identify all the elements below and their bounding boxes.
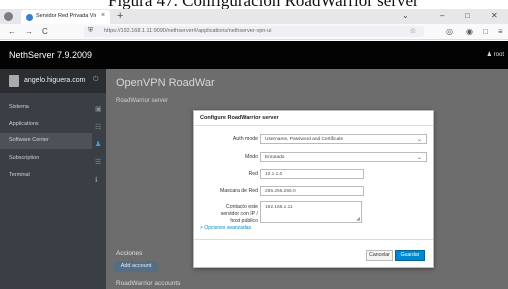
contact-label-line-1: Contacto este bbox=[225, 204, 258, 210]
maximize-button[interactable]: □ bbox=[465, 11, 470, 20]
sidebar-item-label: Applications bbox=[9, 121, 39, 127]
dialog-footer-divider bbox=[194, 239, 433, 240]
dialog-title: Configure RoadWarrior server bbox=[200, 115, 279, 121]
address-bar[interactable]: ⛨ https://192.168.1.11:9090/nethserver#/… bbox=[84, 26, 424, 37]
add-account-button[interactable]: Add account bbox=[114, 261, 158, 272]
advanced-options-link[interactable]: > Opciones avanzadas bbox=[200, 225, 251, 231]
app-header: NethServer 7.9.2009 ♟ root bbox=[0, 41, 508, 69]
server-icon bbox=[9, 75, 19, 87]
host-selector[interactable]: angelo.higuera.com ⏻ bbox=[0, 69, 106, 93]
sidebar-item-label: Sistema bbox=[9, 104, 29, 110]
list-icon[interactable]: ☰ bbox=[95, 159, 102, 166]
auth-mode-label: Auth mode bbox=[232, 136, 258, 142]
sidebar-item-software-center[interactable]: Software Center bbox=[0, 133, 92, 149]
caption-text: Figura 47. Configuración RoadWarrior ser… bbox=[108, 0, 419, 9]
tab-title: Servidor Red Privada Virtual bbox=[36, 13, 96, 19]
reload-icon[interactable]: C bbox=[42, 27, 48, 36]
contact-label-line-3: host público bbox=[230, 218, 258, 224]
dialog-header: Configure RoadWarrior server bbox=[194, 111, 433, 126]
lock-icon[interactable]: ▣ bbox=[95, 106, 102, 113]
sidebar-item-label: Software Center bbox=[9, 137, 49, 143]
browser-toolbar: ← → C ⛨ https://192.168.1.11:9090/nethse… bbox=[0, 24, 508, 40]
browser-tab[interactable]: Servidor Red Privada Virtual × bbox=[21, 10, 110, 24]
resize-grip-icon[interactable]: ◢ bbox=[356, 216, 360, 222]
extensions-icon[interactable]: □ bbox=[483, 27, 488, 36]
tab-close-icon[interactable]: × bbox=[101, 12, 105, 19]
app-icon-rail: ▣ ☷ ♟ ☰ ℹ bbox=[92, 93, 106, 289]
section-title: RoadWarrior server bbox=[116, 98, 169, 104]
people-icon[interactable]: ♟ bbox=[95, 141, 102, 148]
chevron-down-icon: ⌄ bbox=[416, 155, 422, 161]
menu-icon[interactable]: ≡ bbox=[498, 27, 503, 36]
back-icon[interactable]: ← bbox=[8, 27, 16, 36]
sidebar: angelo.higuera.com ⏻ Sistema Application… bbox=[0, 69, 106, 289]
mode-select[interactable]: Enrutado ⌄ bbox=[260, 152, 427, 162]
configure-dialog: Configure RoadWarrior server Auth mode U… bbox=[193, 110, 434, 268]
network-value: 10.1.1.0 bbox=[265, 172, 283, 177]
sidebar-item-label: Subscription bbox=[9, 155, 40, 161]
new-tab-button[interactable]: + bbox=[117, 10, 123, 22]
accounts-heading: RoadWarrior accounts bbox=[116, 280, 181, 287]
netmask-label: Mascara de Red bbox=[219, 188, 258, 194]
account-icon[interactable]: ◉ bbox=[466, 27, 473, 36]
close-window-button[interactable]: ✕ bbox=[491, 11, 498, 20]
auth-mode-select[interactable]: Username, Password and Certificate ⌄ bbox=[260, 134, 427, 144]
network-input[interactable]: 10.1.1.0 bbox=[260, 169, 364, 179]
host-name: angelo.higuera.com bbox=[24, 77, 86, 84]
info-icon[interactable]: ℹ bbox=[95, 177, 102, 184]
bookmark-star-icon[interactable]: ☆ bbox=[410, 27, 416, 35]
network-label: Red bbox=[248, 171, 258, 177]
contact-host-value: 192.168.1.11 bbox=[265, 205, 293, 210]
mode-label: Modo bbox=[245, 154, 258, 160]
pocket-icon[interactable]: ◎ bbox=[446, 27, 453, 36]
page-title: OpenVPN RoadWar bbox=[116, 77, 215, 89]
sidebar-item-label: Terminal bbox=[9, 172, 30, 178]
firefox-view-icon[interactable] bbox=[4, 12, 13, 21]
netmask-input[interactable]: 255.255.255.0 bbox=[260, 186, 364, 196]
contact-host-textarea[interactable]: 192.168.1.11 ◢ bbox=[260, 201, 362, 223]
tab-favicon-icon bbox=[26, 14, 33, 21]
browser-tab-strip: Servidor Red Privada Virtual × + ⌄ – □ ✕ bbox=[0, 9, 508, 24]
user-name: root bbox=[493, 52, 504, 58]
sidebar-item-terminal[interactable]: Terminal bbox=[0, 168, 92, 184]
url-text: https://192.168.1.11:9090/nethserver#/ap… bbox=[104, 28, 272, 34]
netmask-value: 255.255.255.0 bbox=[265, 189, 296, 194]
contact-label-line-2: servidor con IP / bbox=[220, 211, 258, 217]
sidebar-item-sistema[interactable]: Sistema bbox=[0, 100, 92, 116]
mode-value: Enrutado bbox=[265, 155, 285, 160]
auth-mode-value: Username, Password and Certificate bbox=[265, 137, 344, 142]
cancel-button[interactable]: Cancelar bbox=[366, 250, 393, 261]
actions-heading: Acciones bbox=[116, 250, 143, 257]
chevron-down-icon: ⌄ bbox=[416, 137, 422, 143]
shield-icon[interactable]: ⛨ bbox=[88, 27, 93, 35]
tab-list-dropdown-icon[interactable]: ⌄ bbox=[402, 11, 409, 20]
sidebar-item-subscription[interactable]: Subscription bbox=[0, 151, 92, 167]
sidebar-item-applications[interactable]: Applications bbox=[0, 117, 92, 133]
figure-caption: Figura 47. Configuración RoadWarrior ser… bbox=[0, 0, 508, 9]
app-brand[interactable]: NethServer 7.9.2009 bbox=[9, 50, 92, 60]
power-icon[interactable]: ⏻ bbox=[93, 76, 99, 84]
save-button[interactable]: Guardar bbox=[395, 250, 425, 261]
user-menu[interactable]: ♟ root bbox=[487, 51, 504, 58]
minimize-button[interactable]: – bbox=[440, 11, 444, 20]
network-icon[interactable]: ☷ bbox=[95, 124, 102, 131]
forward-icon[interactable]: → bbox=[25, 27, 33, 36]
